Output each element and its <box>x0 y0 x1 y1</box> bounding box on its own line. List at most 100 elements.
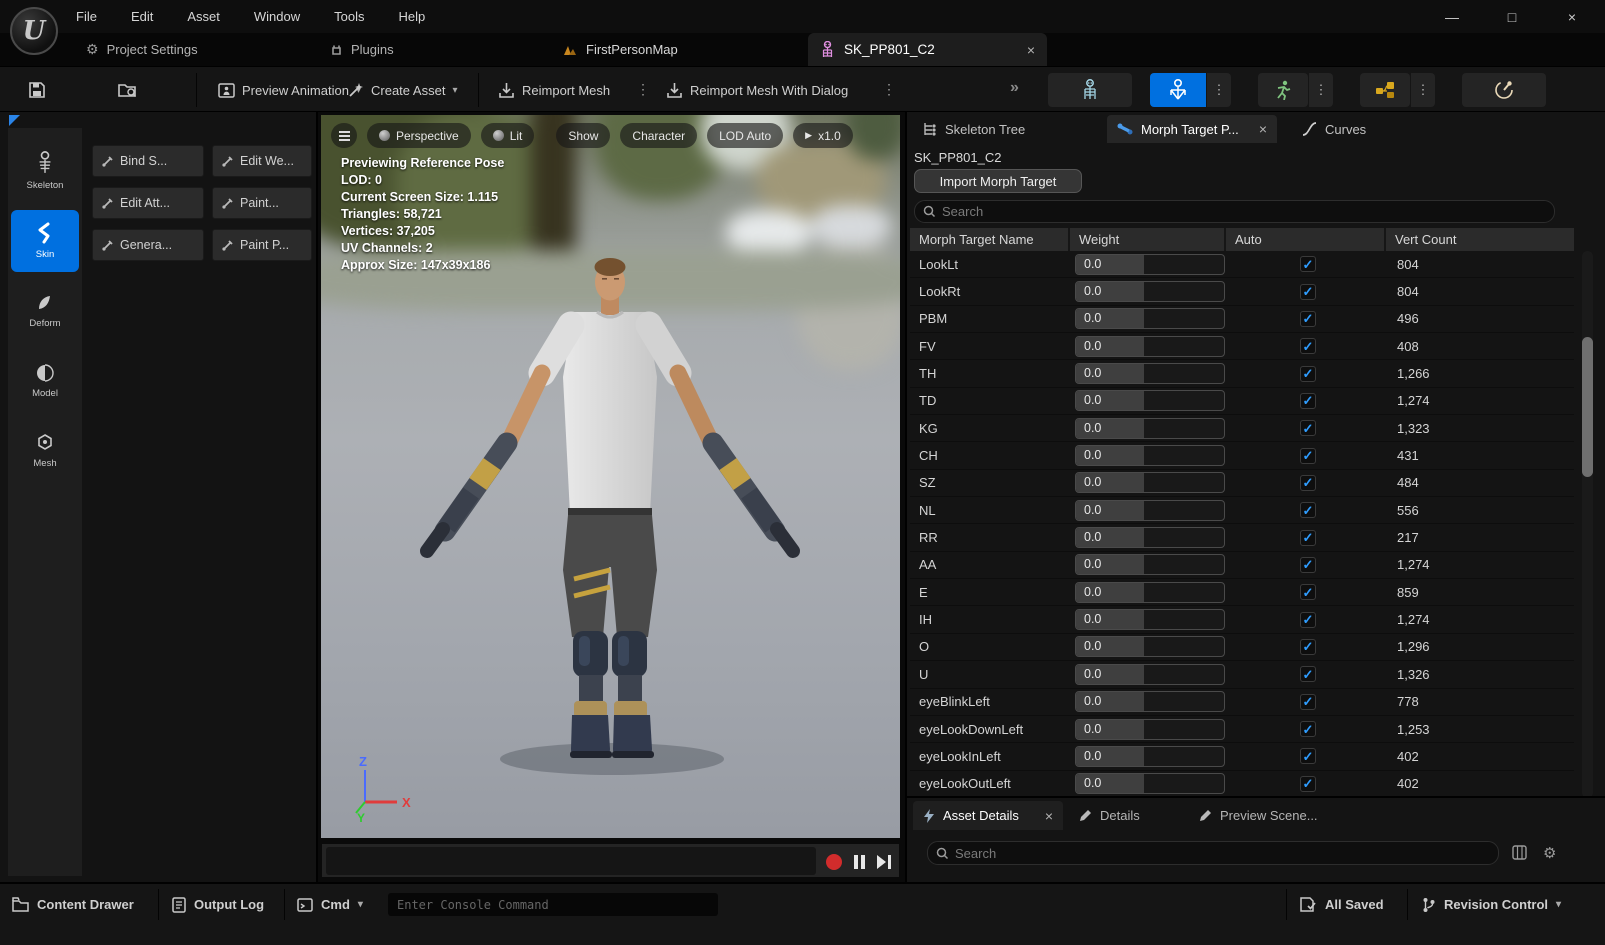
weight-spinbox[interactable]: 0.0 <box>1075 527 1225 548</box>
search-input[interactable] <box>942 204 1546 219</box>
tab-details[interactable]: Details <box>1079 801 1140 830</box>
weight-spinbox[interactable]: 0.0 <box>1075 281 1225 302</box>
reimport-mesh-button[interactable]: Reimport Mesh <box>492 73 616 107</box>
weight-spinbox[interactable]: 0.0 <box>1075 336 1225 357</box>
table-row[interactable]: CH 0.0 ✓ 431 <box>910 442 1574 469</box>
gear-icon[interactable]: ⚙ <box>1543 844 1556 862</box>
weight-spinbox[interactable]: 0.0 <box>1075 773 1225 794</box>
tab-curves[interactable]: Curves <box>1302 115 1366 143</box>
tab-plugins[interactable]: Plugins <box>330 33 394 66</box>
table-row[interactable]: FV 0.0 ✓ 408 <box>910 333 1574 360</box>
auto-checkbox[interactable]: ✓ <box>1300 612 1316 628</box>
pause-button[interactable] <box>854 855 865 869</box>
table-row[interactable]: PBM 0.0 ✓ 496 <box>910 306 1574 333</box>
content-drawer-button[interactable]: Content Drawer <box>12 891 134 918</box>
blueprint-options-icon[interactable]: ⋮ <box>1411 73 1435 107</box>
auto-checkbox[interactable]: ✓ <box>1300 284 1316 300</box>
save-button[interactable] <box>22 73 52 107</box>
auto-checkbox[interactable]: ✓ <box>1300 666 1316 682</box>
skeleton-asset-button[interactable] <box>1048 73 1132 107</box>
table-row[interactable]: KG 0.0 ✓ 1,323 <box>910 415 1574 442</box>
step-forward-button[interactable] <box>877 855 891 869</box>
table-row[interactable]: U 0.0 ✓ 1,326 <box>910 661 1574 688</box>
table-row[interactable]: NL 0.0 ✓ 556 <box>910 497 1574 524</box>
tab-morph-target-preview[interactable]: Morph Target P... × <box>1107 115 1277 143</box>
console-command-field[interactable] <box>388 893 718 916</box>
weight-spinbox[interactable]: 0.0 <box>1075 472 1225 493</box>
table-row[interactable]: eyeBlinkLeft 0.0 ✓ 778 <box>910 689 1574 716</box>
menu-item[interactable]: Tools <box>334 9 364 24</box>
create-asset-button[interactable]: Create Asset ▾ <box>342 73 463 107</box>
record-button[interactable] <box>826 854 842 870</box>
search-input[interactable] <box>955 846 1490 861</box>
table-row[interactable]: O 0.0 ✓ 1,296 <box>910 634 1574 661</box>
table-row[interactable]: AA 0.0 ✓ 1,274 <box>910 552 1574 579</box>
tab-skeletal-mesh-active[interactable]: SK_PP801_C2 × <box>808 33 1047 66</box>
column-header-weight[interactable]: Weight <box>1070 228 1226 251</box>
view-options-icon[interactable] <box>1512 845 1527 860</box>
close-icon[interactable]: × <box>1027 42 1035 58</box>
auto-checkbox[interactable]: ✓ <box>1300 530 1316 546</box>
reimport-dialog-options-icon[interactable]: ⋮ <box>882 81 896 98</box>
weight-spinbox[interactable]: 0.0 <box>1075 390 1225 411</box>
weight-spinbox[interactable]: 0.0 <box>1075 691 1225 712</box>
auto-checkbox[interactable]: ✓ <box>1300 256 1316 272</box>
character-button[interactable]: Character <box>620 123 697 148</box>
menu-item[interactable]: Asset <box>187 9 220 24</box>
table-row[interactable]: IH 0.0 ✓ 1,274 <box>910 606 1574 633</box>
auto-checkbox[interactable]: ✓ <box>1300 338 1316 354</box>
table-row[interactable]: LookLt 0.0 ✓ 804 <box>910 251 1574 278</box>
auto-checkbox[interactable]: ✓ <box>1300 721 1316 737</box>
table-row[interactable]: TD 0.0 ✓ 1,274 <box>910 388 1574 415</box>
menu-item[interactable]: File <box>76 9 97 24</box>
tool-button[interactable]: Genera... <box>92 229 204 261</box>
nav-item-model[interactable]: Model <box>11 350 79 412</box>
weight-spinbox[interactable]: 0.0 <box>1075 664 1225 685</box>
revision-control-button[interactable]: Revision Control ▾ <box>1422 891 1561 918</box>
weight-spinbox[interactable]: 0.0 <box>1075 582 1225 603</box>
tool-button[interactable]: Paint... <box>212 187 312 219</box>
minimize-button[interactable]: — <box>1435 4 1469 29</box>
reimport-mesh-options-icon[interactable]: ⋮ <box>636 81 650 98</box>
weight-spinbox[interactable]: 0.0 <box>1075 308 1225 329</box>
weight-spinbox[interactable]: 0.0 <box>1075 746 1225 767</box>
animation-asset-button[interactable] <box>1258 73 1308 107</box>
viewport-3d[interactable]: Perspective Lit Show Character LOD Auto … <box>321 115 900 838</box>
output-log-button[interactable]: Output Log <box>172 891 264 918</box>
auto-checkbox[interactable]: ✓ <box>1300 475 1316 491</box>
table-scrollbar[interactable] <box>1582 251 1593 798</box>
weight-spinbox[interactable]: 0.0 <box>1075 719 1225 740</box>
table-row[interactable]: SZ 0.0 ✓ 484 <box>910 470 1574 497</box>
nav-item-mesh[interactable]: Mesh <box>11 420 79 482</box>
lod-auto-button[interactable]: LOD Auto <box>707 123 783 148</box>
weight-spinbox[interactable]: 0.0 <box>1075 363 1225 384</box>
auto-checkbox[interactable]: ✓ <box>1300 694 1316 710</box>
tool-button[interactable]: Edit Att... <box>92 187 204 219</box>
scrollbar-thumb[interactable] <box>1582 337 1593 477</box>
weight-spinbox[interactable]: 0.0 <box>1075 445 1225 466</box>
perspective-button[interactable]: Perspective <box>367 123 471 148</box>
menu-item[interactable]: Edit <box>131 9 153 24</box>
blueprint-asset-button[interactable] <box>1360 73 1410 107</box>
nav-item-skin[interactable]: Skin <box>11 210 79 272</box>
tab-project-settings[interactable]: ⚙ Project Settings <box>86 33 198 66</box>
table-row[interactable]: E 0.0 ✓ 859 <box>910 579 1574 606</box>
column-header-vert-count[interactable]: Vert Count <box>1386 228 1574 251</box>
tool-button[interactable]: Edit We... <box>212 145 312 177</box>
tool-button[interactable]: Paint P... <box>212 229 312 261</box>
table-row[interactable]: RR 0.0 ✓ 217 <box>910 524 1574 551</box>
auto-checkbox[interactable]: ✓ <box>1300 557 1316 573</box>
tab-first-person-map[interactable]: FirstPersonMap <box>563 33 678 66</box>
close-button[interactable]: × <box>1555 4 1589 29</box>
timeline-scrubber[interactable] <box>326 847 816 875</box>
auto-checkbox[interactable]: ✓ <box>1300 748 1316 764</box>
tool-button[interactable]: Bind S... <box>92 145 204 177</box>
weight-spinbox[interactable]: 0.0 <box>1075 554 1225 575</box>
nav-item-deform[interactable]: Deform <box>11 280 79 342</box>
reimport-mesh-with-dialog-button[interactable]: Reimport Mesh With Dialog <box>660 73 854 107</box>
playback-speed-button[interactable]: ▶ x1.0 <box>793 123 853 148</box>
weight-spinbox[interactable]: 0.0 <box>1075 418 1225 439</box>
tab-asset-details[interactable]: Asset Details × <box>913 801 1063 830</box>
weight-spinbox[interactable]: 0.0 <box>1075 254 1225 275</box>
viewport-menu-button[interactable] <box>331 123 357 148</box>
